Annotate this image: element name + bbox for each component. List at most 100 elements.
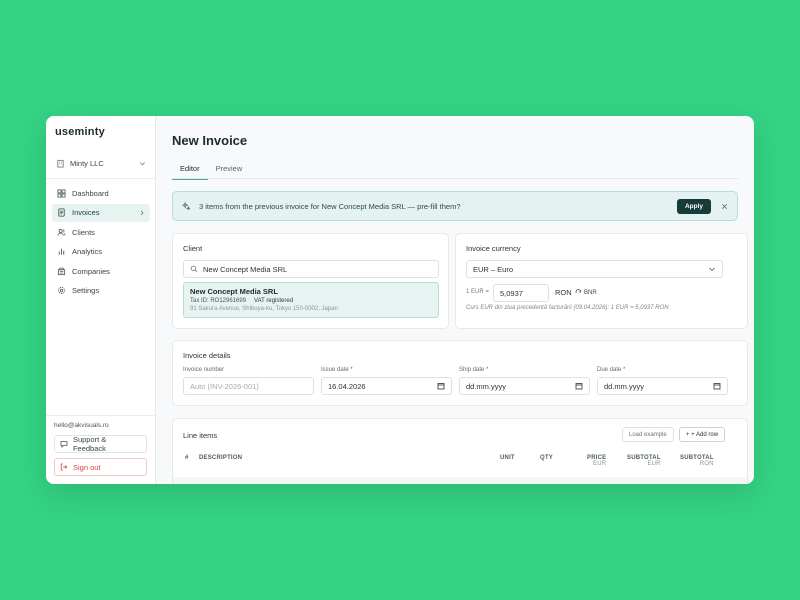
- sign-out-button[interactable]: Sign out: [54, 458, 147, 476]
- org-name: Minty LLC: [70, 158, 104, 168]
- user-email: hello@akvisuals.ro: [54, 422, 109, 429]
- prefill-banner: 3 items from the previous invoice for Ne…: [172, 191, 738, 221]
- tab-preview[interactable]: Preview: [208, 160, 251, 180]
- users-icon: [57, 228, 66, 236]
- ship-date-label: Ship date *: [459, 367, 489, 373]
- sidebar-item-invoices[interactable]: Invoices: [52, 203, 150, 222]
- bar-chart-icon: [58, 249, 65, 255]
- sidebar-item-dashboard[interactable]: Dashboard: [52, 184, 150, 202]
- chevron-down-icon: [140, 161, 145, 165]
- sidebar-divider: [46, 415, 155, 416]
- client-search-value: New Concept Media SRL: [203, 264, 288, 274]
- building-icon: [57, 159, 64, 168]
- bnr-label: BNR: [584, 289, 597, 296]
- col-subtotal-eur: SUBTOTAL EUR: [627, 455, 661, 467]
- calendar-icon: [437, 383, 445, 390]
- chevron-right-icon: [140, 210, 144, 215]
- sidebar-item-settings[interactable]: Settings: [52, 282, 150, 300]
- exchange-rate-input[interactable]: 5,0937: [493, 284, 549, 302]
- currency-card-title: Invoice currency: [466, 244, 521, 253]
- col-subtotal-ron-currency: RON: [699, 461, 714, 467]
- due-date-label: Due date *: [597, 367, 626, 373]
- invoice-icon: [58, 208, 65, 217]
- ship-date-input[interactable]: dd.mm.yyyy: [459, 377, 590, 395]
- sidebar-item-clients[interactable]: Clients: [52, 223, 150, 241]
- gear-icon: [58, 287, 65, 295]
- client-card: Client New Concept Media SRL New Concept…: [172, 233, 449, 329]
- col-qty: QTY: [540, 455, 553, 461]
- sidebar-item-label: Invoices: [72, 208, 100, 218]
- sidebar-item-analytics[interactable]: Analytics: [52, 243, 150, 261]
- issue-date-label: Issue date *: [321, 367, 353, 373]
- app-window: useminty Minty LLC Dashboard Invoices Cl…: [46, 116, 754, 484]
- apply-button[interactable]: Apply: [676, 198, 711, 214]
- tab-bar: Editor Preview: [172, 160, 250, 180]
- client-card-title: Client: [183, 244, 203, 253]
- tab-editor[interactable]: Editor: [172, 160, 208, 180]
- issue-date-value: 16.04.2026: [328, 381, 366, 391]
- calendar-icon: [713, 383, 721, 390]
- sidebar-item-label: Analytics: [72, 247, 103, 257]
- building-icon: [57, 267, 66, 275]
- rate-note: Curs EUR din ziua precedentă facturării …: [466, 305, 669, 311]
- client-name: New Concept Media SRL: [190, 287, 278, 296]
- invoice-number-input[interactable]: Auto (INV-2026-001): [183, 377, 314, 395]
- bnr-refresh-button[interactable]: BNR: [575, 289, 597, 296]
- ship-date-placeholder: dd.mm.yyyy: [466, 381, 507, 391]
- sidebar-item-label: Companies: [72, 266, 110, 276]
- table-row: [173, 477, 747, 484]
- invoice-number-label: Invoice number: [183, 367, 225, 373]
- chevron-down-icon: [709, 267, 715, 272]
- sidebar-item-companies[interactable]: Companies: [52, 262, 150, 280]
- rate-unit: RON: [555, 288, 572, 297]
- line-items-title: Line items: [183, 431, 218, 440]
- currency-select[interactable]: EUR – Euro: [466, 260, 723, 278]
- support-feedback-button[interactable]: Support & Feedback: [54, 435, 147, 453]
- calendar-icon: [575, 383, 583, 390]
- details-card-title: Invoice details: [183, 351, 231, 360]
- sign-out-icon: [60, 463, 68, 471]
- due-date-input[interactable]: dd.mm.yyyy: [597, 377, 728, 395]
- sidebar-divider: [46, 178, 155, 179]
- col-subtotal-ron: SUBTOTAL RON: [680, 455, 714, 467]
- invoice-details-card: Invoice details Invoice number Auto (INV…: [172, 340, 748, 406]
- sidebar-item-label: Clients: [72, 227, 95, 237]
- invoice-number-placeholder: Auto (INV-2026-001): [190, 381, 259, 391]
- main-content: New Invoice Editor Preview 3 items from …: [156, 116, 754, 484]
- load-example-button[interactable]: Load example: [622, 427, 674, 442]
- col-description: DESCRIPTION: [199, 455, 243, 461]
- client-tax-row: Tax ID: RO12961699 VAT registered: [190, 298, 432, 304]
- sidebar-item-label: Settings: [72, 286, 100, 296]
- client-tax-id: Tax ID: RO12961699: [190, 298, 247, 304]
- currency-card: Invoice currency EUR – Euro 1 EUR = 5,09…: [455, 233, 748, 329]
- col-price-currency: EUR: [593, 461, 607, 467]
- currency-selected: EUR – Euro: [473, 264, 514, 274]
- org-switcher[interactable]: Minty LLC: [52, 154, 150, 172]
- line-items-card: Line items Load example + + Add row # DE…: [172, 418, 748, 484]
- sidebar: useminty Minty LLC Dashboard Invoices Cl…: [46, 116, 156, 484]
- sidebar-nav: Dashboard Invoices Clients Analytics Com…: [52, 184, 150, 302]
- col-num: #: [185, 455, 189, 461]
- signout-label: Sign out: [73, 462, 101, 472]
- exchange-rate-value: 5,0937: [500, 288, 523, 298]
- col-unit: UNIT: [500, 455, 515, 461]
- grid-icon: [57, 188, 66, 198]
- selected-client[interactable]: New Concept Media SRL Tax ID: RO12961699…: [183, 282, 439, 318]
- app-logo: useminty: [55, 126, 105, 138]
- rate-label: 1 EUR =: [466, 289, 489, 295]
- due-date-placeholder: dd.mm.yyyy: [604, 381, 645, 391]
- chat-icon: [60, 441, 68, 448]
- col-price: PRICE EUR: [587, 455, 606, 467]
- client-address: 91 Sakura Avenue, Shibuya-ku, Tokyo 150-…: [190, 306, 338, 312]
- refresh-icon: [575, 289, 582, 294]
- client-vat-status: VAT registered: [254, 298, 294, 304]
- col-subtotal-currency: EUR: [647, 461, 661, 467]
- add-row-button[interactable]: + + Add row: [679, 427, 726, 442]
- client-search-input[interactable]: New Concept Media SRL: [183, 260, 439, 278]
- page-title: New Invoice: [172, 133, 248, 148]
- banner-text: 3 items from the previous invoice for Ne…: [199, 201, 461, 211]
- issue-date-input[interactable]: 16.04.2026: [321, 377, 452, 395]
- support-label: Support & Feedback: [72, 435, 107, 453]
- close-icon[interactable]: [721, 203, 728, 210]
- sparkles-icon: [182, 201, 191, 211]
